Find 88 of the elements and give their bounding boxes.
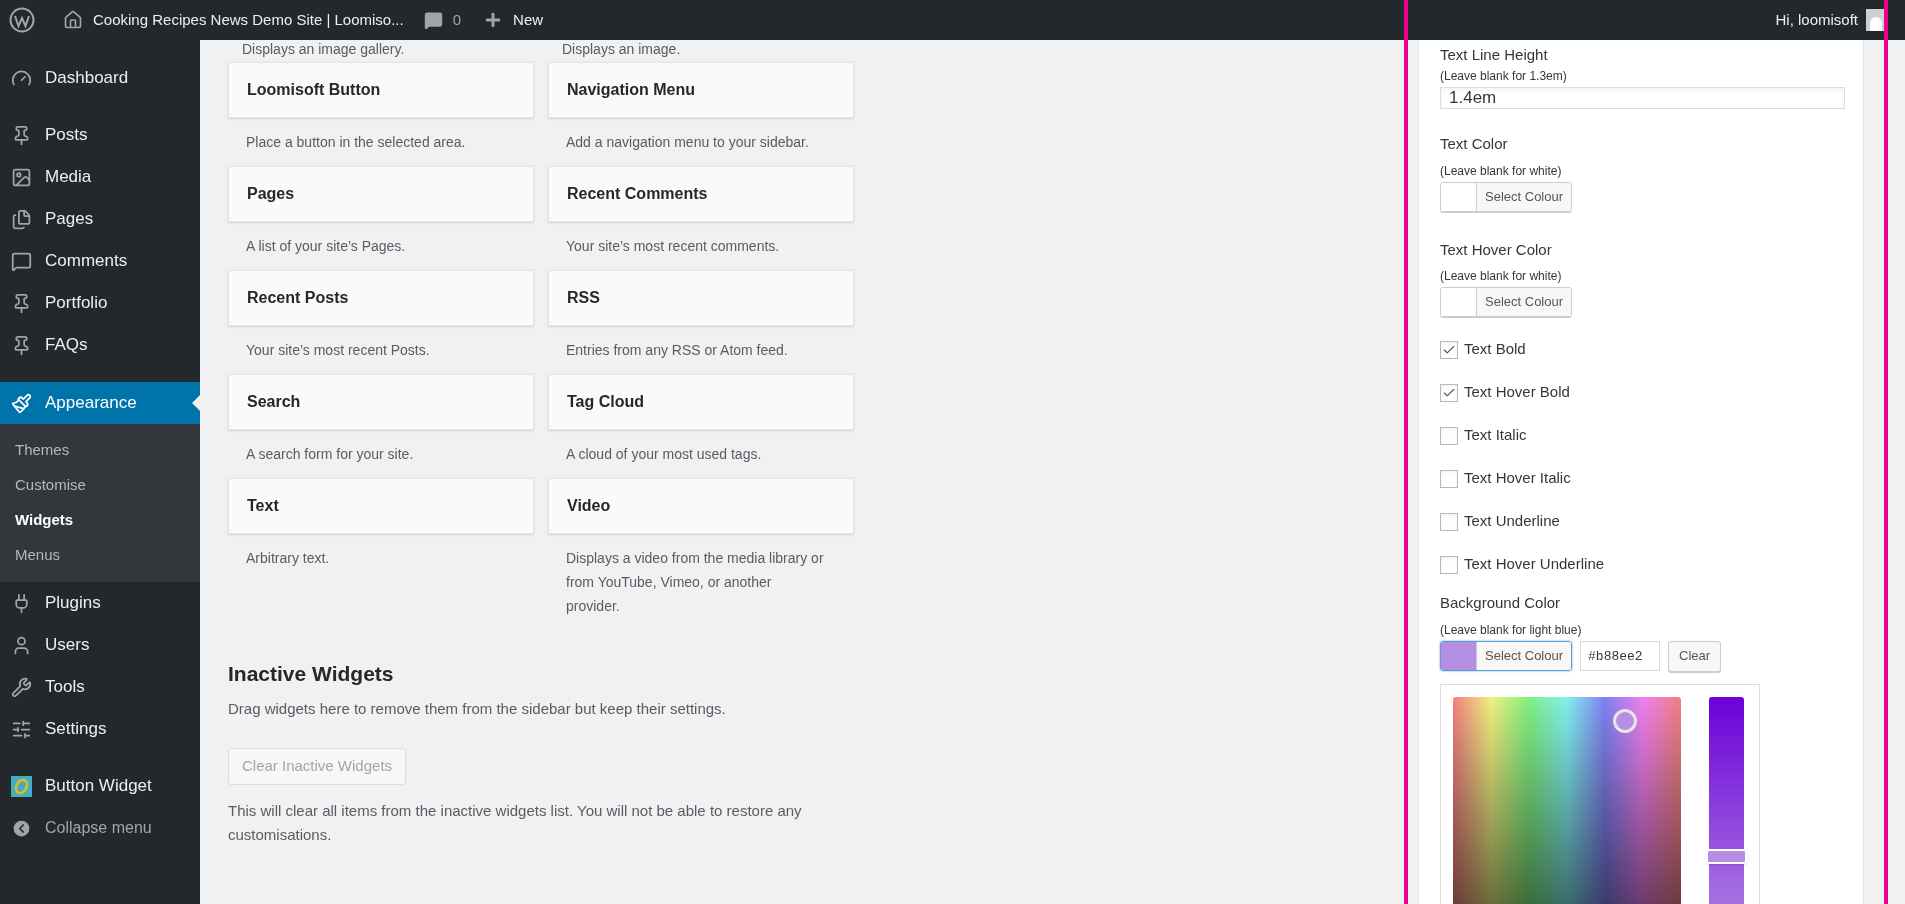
widget-card[interactable]: RSS xyxy=(548,270,854,326)
brush-icon xyxy=(11,392,32,414)
widget-card[interactable]: Loomisoft Button xyxy=(228,62,534,118)
widget-description: A list of your site’s Pages. xyxy=(245,237,407,256)
field-label: Text Hover Color xyxy=(1440,239,1553,260)
line-height-field[interactable]: 1.4em xyxy=(1440,87,1845,109)
checkbox-label: Text Italic xyxy=(1464,425,1527,446)
greeting-link[interactable]: Hi, loomisoft xyxy=(1775,8,1858,32)
submenu-item[interactable]: Menus xyxy=(0,538,200,573)
hex-field[interactable]: #b88ee2 xyxy=(1580,641,1661,671)
widget-description: A cloud of your most used tags. xyxy=(565,445,763,464)
widget-card[interactable]: Tag Cloud xyxy=(548,374,854,430)
select-colour-button[interactable]: Select Colour xyxy=(1440,181,1573,212)
field-label: Text Color xyxy=(1440,134,1509,154)
slider-handle[interactable] xyxy=(1706,849,1747,865)
wrench-icon xyxy=(11,676,32,698)
menu-item[interactable]: Appearance xyxy=(0,382,200,424)
submenu-item[interactable]: Widgets xyxy=(0,503,200,538)
widget-description: A search form for your site. xyxy=(245,445,415,464)
collapse-menu-button[interactable]: Collapse menu xyxy=(0,807,200,849)
widget-description: Arbitrary text. xyxy=(245,549,331,568)
widget-description: Entries from any RSS or Atom feed. xyxy=(565,341,789,360)
menu-item[interactable]: Posts xyxy=(0,114,200,156)
widget-card[interactable]: Recent Comments xyxy=(548,166,854,222)
widget-card[interactable]: Search xyxy=(228,374,534,430)
comment-icon xyxy=(11,250,32,272)
checkbox[interactable] xyxy=(1440,383,1458,402)
checkbox-label: Text Hover Underline xyxy=(1464,554,1605,575)
warning-text: This will clear all items from the inactive widgets list. You will not be able to restore any customisations. xyxy=(228,801,803,845)
menu-item[interactable]: Button Widget xyxy=(0,765,200,807)
clear-button[interactable]: Clear xyxy=(1668,640,1722,672)
collapse-icon xyxy=(11,817,32,839)
menu-item[interactable]: FAQs xyxy=(0,324,200,366)
widget-description: Place a button in the selected area. xyxy=(245,133,467,152)
media-icon xyxy=(11,166,32,188)
comment-count[interactable]: 0 xyxy=(452,8,462,32)
widget-description: Your site’s most recent comments. xyxy=(565,237,781,256)
checkbox[interactable] xyxy=(1440,340,1458,359)
checkbox[interactable] xyxy=(1440,426,1458,445)
picker-handle[interactable] xyxy=(1613,708,1637,733)
menu-item[interactable]: Dashboard xyxy=(0,57,200,99)
pages-icon xyxy=(11,208,32,230)
menu-item[interactable]: Comments xyxy=(0,240,200,282)
select-colour-button[interactable]: Select Colour xyxy=(1440,287,1573,317)
widget-card[interactable]: Pages xyxy=(228,166,534,222)
field-hint: (Leave blank for 1.3em) xyxy=(1440,68,1568,85)
widget-description: Displays a video from the media library or from YouTube, Vimeo, or another provider. xyxy=(565,549,825,616)
checkbox[interactable] xyxy=(1440,555,1458,574)
menu-item[interactable]: Plugins xyxy=(0,582,200,624)
widget-logo-icon xyxy=(11,775,32,797)
menu-item[interactable]: Media xyxy=(0,156,200,198)
widget-description: Add a navigation menu to your sidebar. xyxy=(565,133,810,152)
checkbox-label: Text Hover Bold xyxy=(1464,382,1570,403)
select-colour-button[interactable]: Select Colour xyxy=(1440,641,1573,671)
widget-card[interactable]: Navigation Menu xyxy=(548,62,854,118)
widget-description: Displays an image gallery. xyxy=(241,40,406,59)
checkbox[interactable] xyxy=(1440,512,1458,531)
current-menu-pointer xyxy=(192,395,200,411)
field-hint: (Leave blank for white) xyxy=(1440,268,1563,285)
menu-item[interactable]: Settings xyxy=(0,708,200,750)
menu-item[interactable]: Tools xyxy=(0,666,200,708)
new-link[interactable]: New xyxy=(513,8,544,32)
sliders-icon xyxy=(11,718,32,740)
avatar-icon[interactable] xyxy=(1866,9,1886,31)
logo-icon[interactable] xyxy=(9,7,35,33)
menu-item[interactable]: Pages xyxy=(0,198,200,240)
comment-icon[interactable] xyxy=(423,10,443,30)
section-text: Drag widgets here to remove them from the sidebar but keep their settings. xyxy=(228,698,727,719)
field-hint: (Leave blank for light blue) xyxy=(1440,621,1583,639)
checkbox-label: Text Bold xyxy=(1464,339,1526,360)
section-heading: Inactive Widgets xyxy=(228,661,395,687)
widget-description: Your site’s most recent Posts. xyxy=(245,341,431,360)
submenu-item[interactable]: Themes xyxy=(0,433,200,468)
field-hint: (Leave blank for white) xyxy=(1440,162,1563,180)
checkbox-label: Text Underline xyxy=(1464,511,1560,532)
widget-description: Displays an image. xyxy=(561,40,682,59)
field-label: Background Color xyxy=(1440,593,1562,613)
checkbox[interactable] xyxy=(1440,469,1458,488)
widget-card[interactable]: Recent Posts xyxy=(228,270,534,326)
widget-card[interactable]: Video xyxy=(548,478,854,534)
field-label: Text Line Height xyxy=(1440,46,1549,64)
checkbox-label: Text Hover Italic xyxy=(1464,468,1571,489)
menu-item[interactable]: Users xyxy=(0,624,200,666)
home-icon[interactable] xyxy=(63,10,83,30)
submenu-item[interactable]: Customise xyxy=(0,468,200,503)
menu-item[interactable]: Portfolio xyxy=(0,282,200,324)
site-title-link[interactable]: Cooking Recipes News Demo Site | Loomiso... xyxy=(93,8,404,32)
widget-card[interactable]: Text xyxy=(228,478,534,534)
